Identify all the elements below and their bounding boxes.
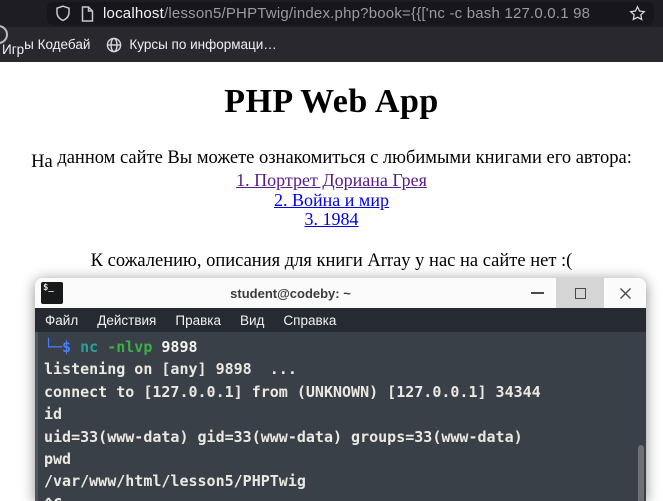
notice-text: К сожалению, описания для книги Array у … [90,250,573,271]
intro-rest: данном сайте Вы можете ознакомиться с лю… [52,148,632,168]
terminal-prompt-line: └─$ nc -nlvp 9898 [44,336,646,358]
terminal-line-pwd-result: /var/www/html/lesson5/PHPTwig [44,472,306,491]
command-flags: -nlvp [107,338,153,356]
url-bar[interactable]: localhost/lesson5/PHPTwig/index.php?book… [47,2,654,25]
menu-help[interactable]: Справка [283,313,336,328]
intro-text: На данном сайте Вы можете ознакомиться с… [0,148,663,172]
terminal-line-connect: connect to [127.0.0.1] from (UNKNOWN) [1… [44,382,541,401]
terminal-titlebar[interactable]: $_ student@codeby: ~ [35,278,646,308]
menu-edit[interactable]: Правка [175,313,221,328]
browser-toolbar: localhost/lesson5/PHPTwig/index.php?book… [0,0,663,44]
url-text[interactable]: localhost/lesson5/PHPTwig/index.php?book… [103,5,625,22]
page-title: PHP Web App [224,83,439,120]
bookmark-label-rest: ы Кодебай [24,37,91,52]
url-path: /lesson5/PHPTwig/index.php?book={{['nc -… [164,5,591,22]
menu-file[interactable]: Файл [45,313,78,328]
terminal-line-pwd: pwd [44,450,72,469]
close-button[interactable] [604,278,646,308]
intro-prefix: На [31,152,53,172]
terminal-window: $_ student@codeby: ~ Файл Действия Правк… [35,278,646,501]
terminal-line-partial: ^C [44,493,646,501]
minimize-icon [530,292,544,294]
terminal-line-listening: listening on [any] 9898 ... [44,360,297,379]
command-nc: nc [80,338,99,356]
maximize-button[interactable] [556,278,604,308]
bookmark-label-prefix: Игр [2,42,25,57]
book-link-1[interactable]: 1. Портрет Дориана Грея [0,170,663,191]
book-link-2[interactable]: 2. Война и мир [0,190,663,211]
maximize-icon [574,287,586,299]
menu-view[interactable]: Вид [240,313,264,328]
terminal-line-id-result: uid=33(www-data) gid=33(www-data) groups… [44,427,523,446]
command-port: 9898 [161,338,198,356]
bookmarks-bar: Игр ы Кодебай Курсы по информаци… [0,27,663,62]
book-links: 1. Портрет Дориана Грея 2. Война и мир 3… [0,170,663,230]
terminal-app-icon: $_ [41,282,63,304]
bookmark-item-games[interactable]: Игр ы Кодебай [2,37,91,57]
shell-prompt: └─$ [44,338,72,356]
bookmark-star-icon[interactable] [629,5,646,22]
menu-actions[interactable]: Действия [97,313,156,328]
bookmark-label: Курсы по информаци… [129,37,277,52]
minimize-button[interactable] [518,278,556,308]
page-info-icon[interactable] [80,5,94,22]
url-host: localhost [103,5,165,22]
url-fade-overlay [584,2,624,25]
close-icon [619,287,631,299]
bookmark-item-courses[interactable]: Курсы по информаци… [106,37,277,53]
shield-icon[interactable] [55,5,71,22]
globe-icon [106,37,122,53]
terminal-scrollbar-thumb[interactable] [638,445,644,501]
terminal-title: student@codeby: ~ [230,285,351,301]
terminal-body[interactable]: └─$ nc -nlvp 9898 listening on [any] 989… [35,332,646,501]
terminal-line-id: id [44,405,63,424]
book-link-3[interactable]: 3. 1984 [0,209,663,230]
terminal-menubar: Файл Действия Правка Вид Справка [35,308,646,332]
